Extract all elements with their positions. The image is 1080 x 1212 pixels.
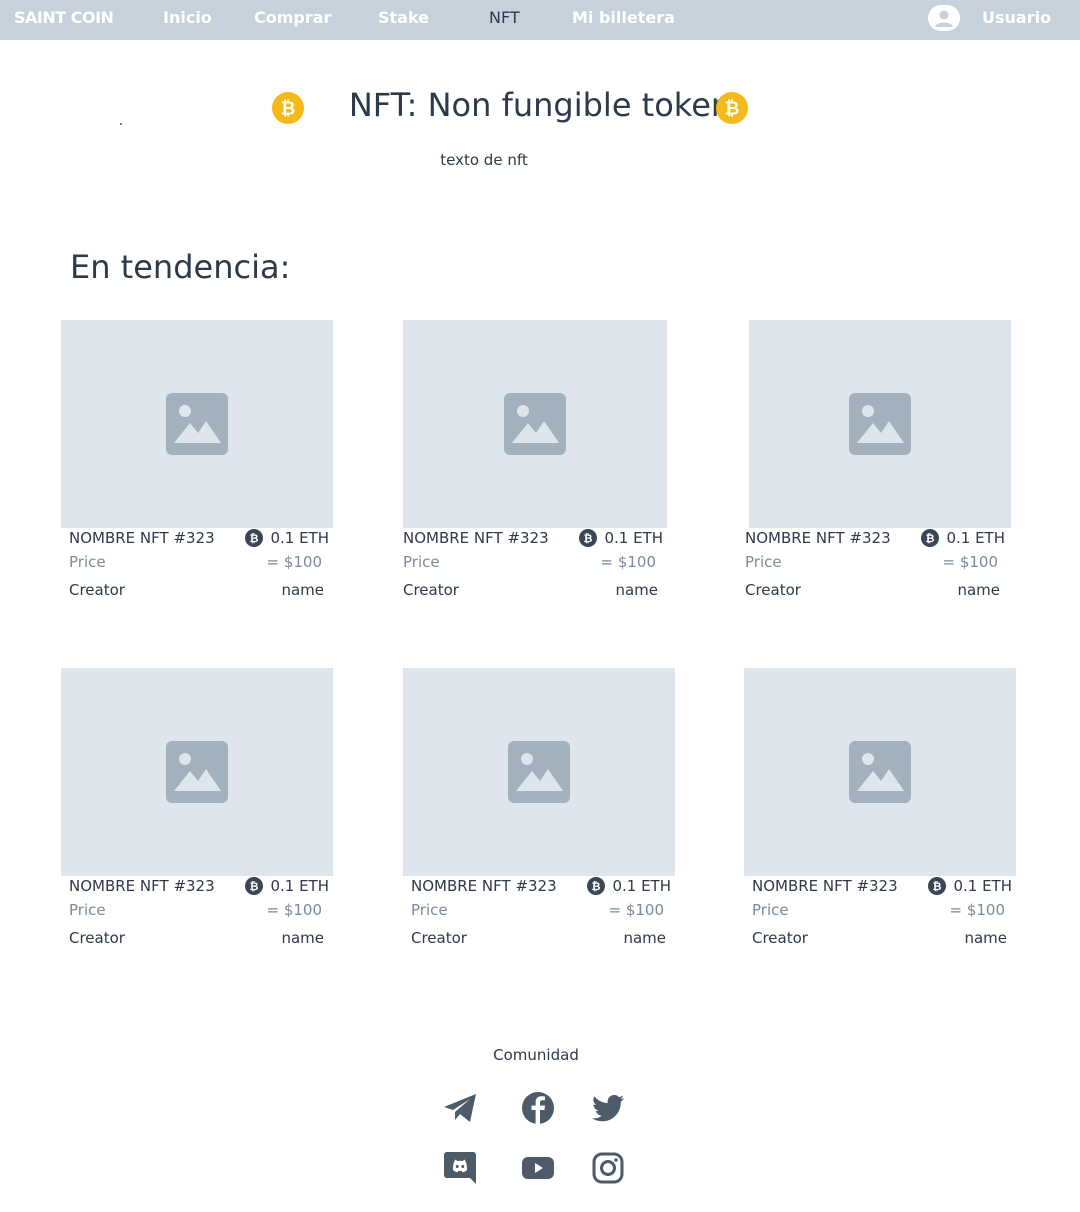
nav-item-nft[interactable]: NFT — [489, 0, 520, 36]
nav-item-mi-billetera[interactable]: Mi billetera — [572, 0, 675, 36]
bitcoin-small-icon: ₿ — [928, 877, 946, 895]
creator-label: Creator — [403, 581, 459, 599]
nft-price-usd: = $100 — [949, 901, 1005, 919]
creator-label: Creator — [69, 581, 125, 599]
price-label: Price — [752, 901, 789, 919]
creator-label: Creator — [745, 581, 801, 599]
bitcoin-small-icon: ₿ — [579, 529, 597, 547]
nft-image-placeholder[interactable] — [61, 320, 333, 528]
youtube-icon[interactable] — [520, 1150, 556, 1186]
discord-icon[interactable] — [442, 1150, 478, 1186]
bitcoin-small-icon: ₿ — [587, 877, 605, 895]
nft-price-eth: 0.1 ETH — [270, 529, 329, 547]
facebook-icon[interactable] — [520, 1090, 556, 1126]
nft-image-placeholder[interactable] — [744, 668, 1016, 876]
creator-name[interactable]: name — [623, 929, 666, 947]
image-placeholder-icon — [849, 393, 911, 455]
svg-text:₿: ₿ — [725, 99, 740, 120]
svg-text:₿: ₿ — [592, 880, 601, 893]
footer-community-title: Comunidad — [493, 1046, 579, 1064]
nft-card[interactable]: NOMBRE NFT #323 ₿ 0.1 ETH Price = $100 C… — [744, 668, 1022, 958]
nft-card[interactable]: NOMBRE NFT #323 ₿ 0.1 ETH Price = $100 C… — [745, 320, 1015, 610]
nav-item-inicio[interactable]: Inicio — [163, 0, 212, 36]
nft-name: NOMBRE NFT #323 — [403, 529, 549, 547]
nft-price-eth: 0.1 ETH — [604, 529, 663, 547]
creator-name[interactable]: name — [957, 581, 1000, 599]
bitcoin-small-icon: ₿ — [921, 529, 939, 547]
nft-name: NOMBRE NFT #323 — [411, 877, 557, 895]
nft-price-eth: 0.1 ETH — [612, 877, 671, 895]
nft-price-usd: = $100 — [942, 553, 998, 571]
nft-name: NOMBRE NFT #323 — [752, 877, 898, 895]
nft-image-placeholder[interactable] — [749, 320, 1011, 528]
nft-card[interactable]: NOMBRE NFT #323 ₿ 0.1 ETH Price = $100 C… — [61, 668, 339, 958]
nft-price-eth: 0.1 ETH — [270, 877, 329, 895]
nft-price-usd: = $100 — [608, 901, 664, 919]
nav-item-comprar[interactable]: Comprar — [254, 0, 331, 36]
nft-price-usd: = $100 — [600, 553, 656, 571]
nft-name: NOMBRE NFT #323 — [69, 529, 215, 547]
telegram-icon[interactable] — [442, 1090, 478, 1126]
price-label: Price — [69, 553, 106, 571]
nft-price-eth: 0.1 ETH — [946, 529, 1005, 547]
nft-card[interactable]: NOMBRE NFT #323 ₿ 0.1 ETH Price = $100 C… — [61, 320, 339, 610]
nft-price-usd: = $100 — [266, 901, 322, 919]
creator-label: Creator — [752, 929, 808, 947]
nft-card[interactable]: NOMBRE NFT #323 ₿ 0.1 ETH Price = $100 C… — [403, 320, 673, 610]
svg-text:₿: ₿ — [933, 880, 942, 893]
nft-name: NOMBRE NFT #323 — [745, 529, 891, 547]
nft-image-placeholder[interactable] — [61, 668, 333, 876]
twitter-icon[interactable] — [590, 1090, 626, 1126]
image-placeholder-icon — [508, 741, 570, 803]
image-placeholder-icon — [166, 741, 228, 803]
instagram-icon[interactable] — [590, 1150, 626, 1186]
svg-text:₿: ₿ — [584, 532, 593, 545]
stray-dot — [120, 123, 122, 125]
page-subtitle: texto de nft — [440, 151, 528, 169]
nft-name: NOMBRE NFT #323 — [69, 877, 215, 895]
svg-text:₿: ₿ — [926, 532, 935, 545]
creator-name[interactable]: name — [615, 581, 658, 599]
nft-price-eth: 0.1 ETH — [953, 877, 1012, 895]
creator-name[interactable]: name — [964, 929, 1007, 947]
nft-image-placeholder[interactable] — [403, 668, 675, 876]
nft-price-usd: = $100 — [266, 553, 322, 571]
nft-image-placeholder[interactable] — [403, 320, 667, 528]
image-placeholder-icon — [166, 393, 228, 455]
nav-item-stake[interactable]: Stake — [378, 0, 429, 36]
user-icon — [935, 10, 953, 27]
page-title: NFT: Non fungible token — [348, 86, 732, 124]
svg-text:₿: ₿ — [250, 880, 259, 893]
section-title-trending: En tendencia: — [70, 248, 291, 286]
bitcoin-small-icon: ₿ — [245, 877, 263, 895]
image-placeholder-icon — [504, 393, 566, 455]
creator-name[interactable]: name — [281, 581, 324, 599]
nft-card[interactable]: NOMBRE NFT #323 ₿ 0.1 ETH Price = $100 C… — [403, 668, 681, 958]
price-label: Price — [69, 901, 106, 919]
price-label: Price — [745, 553, 782, 571]
bitcoin-coin-icon: ₿ — [716, 92, 748, 124]
user-avatar[interactable] — [928, 5, 960, 31]
price-label: Price — [411, 901, 448, 919]
bitcoin-small-icon: ₿ — [245, 529, 263, 547]
price-label: Price — [403, 553, 440, 571]
svg-text:₿: ₿ — [250, 532, 259, 545]
creator-name[interactable]: name — [281, 929, 324, 947]
creator-label: Creator — [411, 929, 467, 947]
top-navbar: SAINT COIN Inicio Comprar Stake NFT Mi b… — [0, 0, 1080, 40]
creator-label: Creator — [69, 929, 125, 947]
image-placeholder-icon — [849, 741, 911, 803]
user-menu-label[interactable]: Usuario — [982, 0, 1051, 36]
brand-logo[interactable]: SAINT COIN — [14, 0, 114, 36]
